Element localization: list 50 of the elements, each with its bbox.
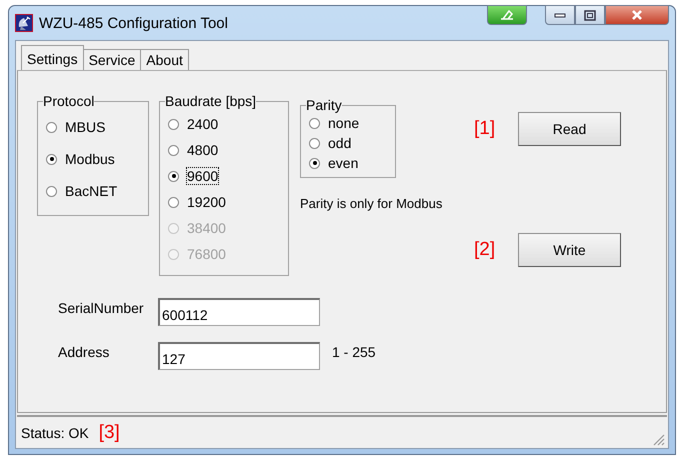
action-button[interactable]: Read [518, 112, 621, 146]
input-field[interactable]: 127 [158, 342, 320, 370]
window-title: WZU-485 Configuration Tool [39, 14, 228, 32]
action-button[interactable]: Write [518, 233, 621, 267]
radio-label: MBUS [65, 119, 106, 135]
field-label: Address [57, 344, 110, 360]
radio-label: BacNET [65, 183, 118, 199]
group-title: Parity [306, 97, 342, 113]
maximize-icon [584, 10, 596, 20]
radio-button[interactable] [309, 158, 320, 168]
input-field[interactable]: 600112 [158, 298, 320, 326]
status-text: Status: OK [21, 424, 89, 440]
tab[interactable]: About [140, 49, 189, 70]
radio-button[interactable] [46, 154, 57, 164]
toolbar-button[interactable] [487, 5, 527, 25]
radio-button[interactable] [168, 170, 179, 182]
radio-label: 9600 [187, 168, 218, 184]
radio-button[interactable] [309, 138, 320, 148]
radio-label: none [328, 115, 360, 131]
annotation-marker: [1] [474, 118, 496, 140]
group-title: Protocol [43, 93, 94, 109]
radio-label: 76800 [187, 246, 226, 262]
radio-button[interactable] [309, 118, 320, 128]
radio-button[interactable] [168, 144, 179, 156]
radio-label: 4800 [187, 142, 218, 158]
maximize-button[interactable] [575, 5, 605, 25]
parity-note: Parity is only for Modbus [300, 196, 444, 211]
satellite-dish-icon [15, 14, 33, 32]
resize-grip-icon[interactable] [651, 432, 665, 446]
group-title: Baudrate [bps] [165, 93, 256, 109]
minimize-button[interactable] [545, 5, 575, 25]
radio-button[interactable] [168, 118, 179, 130]
close-button[interactable] [605, 5, 669, 25]
radio-button[interactable] [46, 186, 57, 196]
close-icon [630, 9, 644, 21]
radio-button[interactable] [46, 122, 57, 132]
tab[interactable]: Settings [21, 45, 84, 70]
radio-label: even [328, 155, 358, 171]
radio-label: Modbus [65, 151, 115, 167]
eraser-icon [499, 9, 515, 21]
radio-label: 38400 [187, 220, 226, 236]
range-hint: 1 - 255 [332, 344, 376, 360]
radio-label: 19200 [187, 194, 226, 210]
minimize-icon [554, 12, 566, 18]
radio-label: 2400 [187, 116, 218, 132]
annotation-marker: [3] [98, 422, 120, 444]
radio-label: odd [328, 135, 352, 151]
annotation-marker: [2] [474, 239, 496, 261]
radio-button[interactable] [168, 196, 179, 208]
field-label: SerialNumber [57, 300, 145, 316]
